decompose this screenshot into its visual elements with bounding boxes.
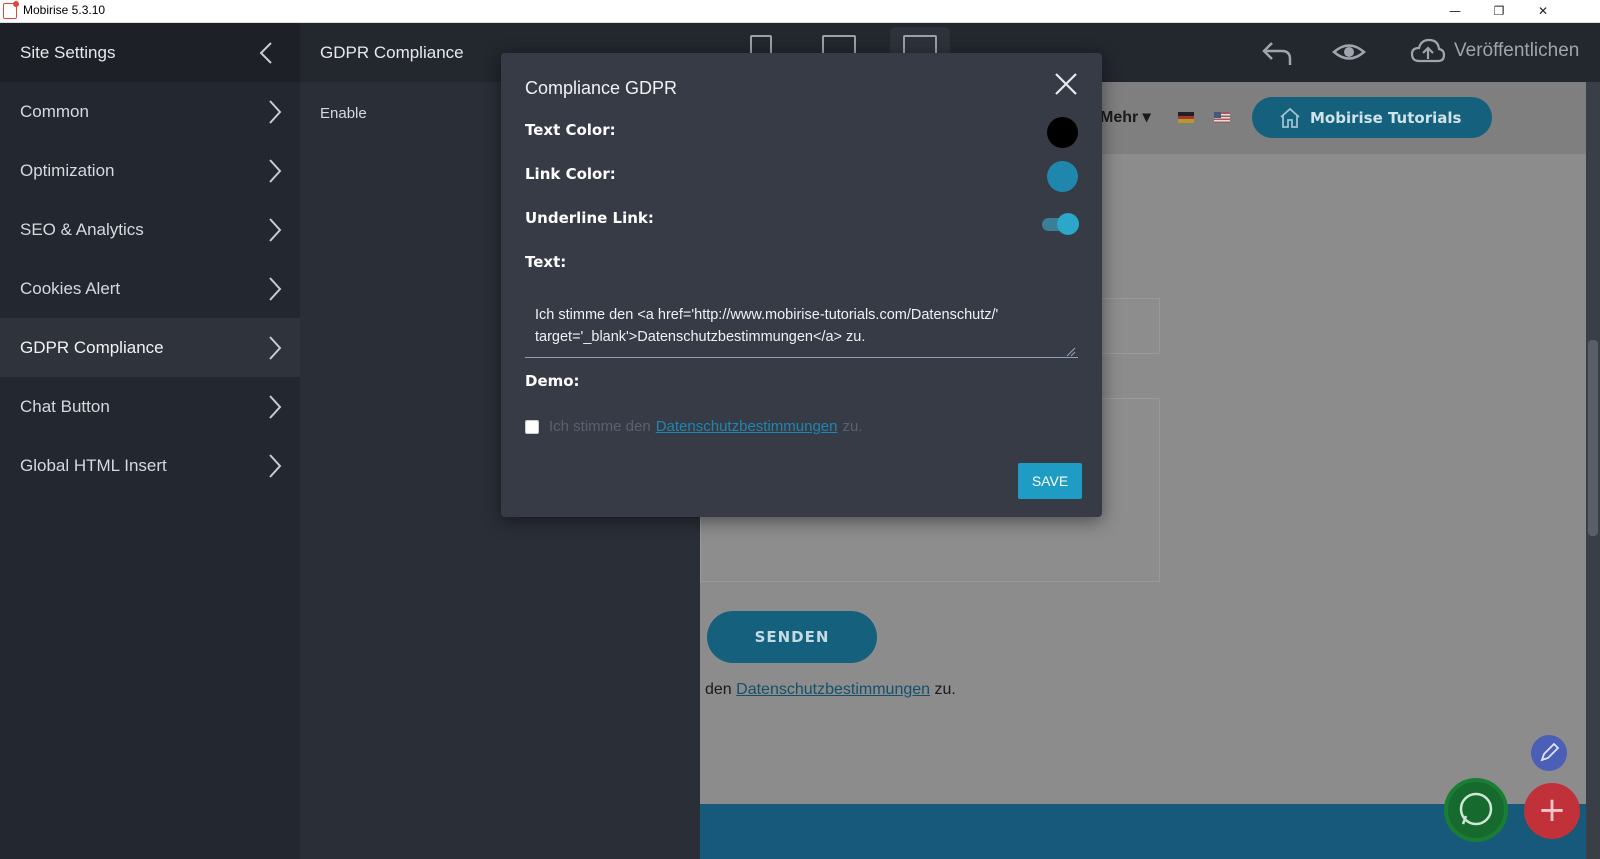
chevron-right-icon	[269, 395, 282, 419]
sidebar-item-label: Global HTML Insert	[20, 455, 167, 475]
chevron-right-icon	[269, 159, 282, 183]
add-block-button[interactable]: +	[1524, 783, 1580, 839]
gdpr-compliance-dialog: Compliance GDPR Text Color: Link Color: …	[501, 53, 1102, 517]
scrollbar-thumb[interactable]	[1588, 340, 1598, 536]
sidebar-item-label: GDPR Compliance	[20, 337, 164, 357]
consent-privacy-link[interactable]: Datenschutzbestimmungen	[736, 681, 930, 698]
chevron-right-icon	[269, 454, 282, 478]
text-color-swatch[interactable]	[1047, 117, 1078, 148]
demo-consent-checkbox[interactable]	[525, 419, 539, 434]
tutorials-button-label: Mobirise Tutorials	[1310, 108, 1462, 127]
close-icon[interactable]	[1053, 71, 1079, 97]
sidebar-item-label: Chat Button	[20, 396, 110, 416]
home-icon	[1280, 107, 1300, 128]
senden-button[interactable]: SENDEN	[707, 611, 877, 663]
pencil-icon	[1540, 742, 1560, 762]
site-settings-sidebar: Site Settings Common Optimization SEO & …	[0, 23, 300, 859]
save-button[interactable]: SAVE	[1018, 463, 1082, 499]
minimize-icon[interactable]: —	[1432, 0, 1478, 22]
resize-handle-icon[interactable]	[1066, 347, 1076, 357]
demo-consent-row: Ich stimme den Datenschutzbestimmungen z…	[525, 418, 863, 435]
consent-suffix: zu.	[934, 681, 956, 698]
edit-pencil-button[interactable]	[1531, 735, 1567, 771]
chevron-left-icon[interactable]	[256, 41, 278, 65]
us-flag-icon[interactable]	[1214, 112, 1230, 123]
toggle-knob	[1057, 213, 1079, 235]
sidebar-item-cookies-alert[interactable]: Cookies Alert	[0, 259, 300, 318]
gdpr-text-textarea[interactable]: Ich stimme den <a href='http://www.mobir…	[525, 298, 1078, 358]
demo-suffix: zu.	[842, 418, 863, 435]
cloud-upload-icon	[1410, 38, 1446, 63]
chevron-right-icon	[269, 277, 282, 301]
preview-consent-text: den Datenschutzbestimmungen zu.	[705, 681, 956, 699]
whatsapp-icon	[1459, 792, 1493, 826]
sidebar-item-gdpr-compliance[interactable]: GDPR Compliance	[0, 318, 300, 377]
german-flag-icon[interactable]	[1178, 112, 1194, 123]
menu-more-label: Mehr	[1100, 109, 1139, 126]
demo-privacy-link[interactable]: Datenschutzbestimmungen	[656, 418, 838, 435]
undo-icon[interactable]	[1260, 37, 1294, 67]
window-titlebar: Mobirise 5.3.10 — ❐ ✕	[0, 0, 1600, 23]
sidebar-item-label: Optimization	[20, 160, 115, 180]
text-label: Text:	[525, 253, 567, 271]
demo-prefix: Ich stimme den	[549, 418, 651, 435]
chevron-right-icon	[269, 218, 282, 242]
publish-label: Veröffentlichen	[1454, 40, 1580, 61]
preview-scrollbar[interactable]	[1586, 82, 1600, 859]
consent-prefix: den	[705, 681, 732, 698]
sidebar-item-common[interactable]: Common	[0, 82, 300, 141]
menu-more[interactable]: Mehr ▾	[1100, 107, 1151, 127]
sidebar-item-label: Common	[20, 101, 89, 121]
whatsapp-chat-button[interactable]	[1444, 778, 1508, 842]
underline-link-toggle[interactable]	[1042, 213, 1079, 235]
restore-icon[interactable]: ❐	[1476, 0, 1522, 22]
sidebar-item-chat-button[interactable]: Chat Button	[0, 377, 300, 436]
sidebar-header: Site Settings	[0, 23, 300, 82]
window-close-icon[interactable]: ✕	[1520, 0, 1566, 22]
underline-link-label: Underline Link:	[525, 209, 654, 227]
chevron-right-icon	[269, 100, 282, 124]
dialog-title: Compliance GDPR	[525, 78, 678, 98]
mobirise-app-icon	[3, 1, 19, 19]
sidebar-item-global-html-insert[interactable]: Global HTML Insert	[0, 436, 300, 495]
sidebar-item-optimization[interactable]: Optimization	[0, 141, 300, 200]
publish-button[interactable]: Veröffentlichen	[1410, 37, 1579, 65]
chevron-right-icon	[269, 336, 282, 360]
link-color-swatch[interactable]	[1047, 161, 1078, 192]
demo-label: Demo:	[525, 372, 580, 390]
enable-label[interactable]: Enable	[320, 105, 367, 122]
sidebar-title: Site Settings	[20, 42, 116, 62]
link-color-label: Link Color:	[525, 165, 616, 183]
text-color-label: Text Color:	[525, 121, 616, 139]
sidebar-item-label: SEO & Analytics	[20, 219, 144, 239]
subpanel-title: GDPR Compliance	[320, 42, 464, 62]
preview-eye-icon[interactable]	[1332, 37, 1366, 67]
mobirise-tutorials-button[interactable]: Mobirise Tutorials	[1252, 97, 1492, 138]
window-title: Mobirise 5.3.10	[23, 3, 106, 17]
sidebar-item-label: Cookies Alert	[20, 278, 121, 298]
sidebar-item-seo-analytics[interactable]: SEO & Analytics	[0, 200, 300, 259]
